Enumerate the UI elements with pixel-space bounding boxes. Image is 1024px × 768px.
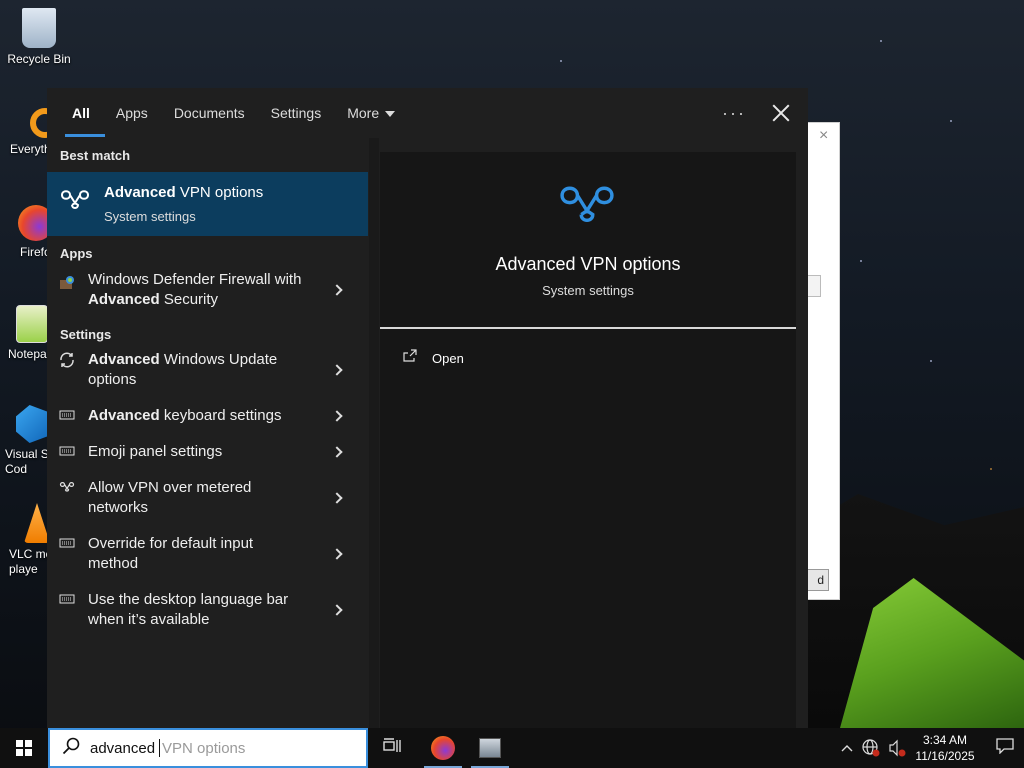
tab-apps[interactable]: Apps	[103, 88, 161, 138]
open-label: Open	[432, 350, 464, 366]
sync-icon	[59, 352, 75, 373]
close-icon[interactable]	[772, 104, 790, 122]
chevron-down-icon	[385, 111, 396, 118]
search-suggestion: VPN options	[162, 739, 246, 757]
divider	[380, 327, 796, 329]
panel-divider	[369, 138, 379, 728]
clock[interactable]: 3:34 AM 11/16/2025	[910, 732, 980, 764]
taskbar: VPN options 3:34 AM 11/16/2025	[0, 728, 1024, 768]
taskbar-firefox[interactable]	[420, 728, 466, 768]
windows-logo-icon	[16, 740, 32, 756]
settings-header: Settings	[60, 327, 112, 342]
chevron-right-icon[interactable]	[331, 446, 343, 458]
app-window-icon	[479, 738, 501, 758]
task-view-icon	[383, 737, 401, 759]
results-list: Best match Advanced VPN options System s…	[47, 138, 369, 728]
chevron-right-icon[interactable]	[331, 364, 343, 376]
best-match-header: Best match	[60, 148, 131, 163]
apps-header: Apps	[60, 246, 93, 261]
desktop-icon-label: Recycle Bin	[7, 52, 71, 66]
firewall-icon	[59, 276, 75, 295]
open-external-icon	[402, 348, 418, 368]
chevron-up-icon[interactable]	[836, 744, 858, 752]
list-item-label: Advanced Windows Update options	[88, 351, 278, 388]
notepad-icon	[16, 305, 48, 343]
detail-title: Advanced VPN options	[495, 254, 681, 274]
chevron-right-icon[interactable]	[331, 548, 343, 560]
background-window-close-icon[interactable]: ×	[819, 127, 828, 145]
search-input[interactable]	[90, 739, 160, 757]
list-item-label: Use the desktop language bar when it’s a…	[88, 591, 289, 628]
network-globe-icon[interactable]	[858, 739, 884, 757]
text-cursor	[159, 739, 160, 757]
taskbar-app[interactable]	[467, 728, 513, 768]
firefox-icon	[431, 736, 455, 760]
search-filter-tabs: All Apps Documents Settings More ···	[47, 88, 808, 138]
chevron-right-icon[interactable]	[331, 284, 343, 296]
taskbar-search-box[interactable]: VPN options	[48, 728, 368, 768]
keyboard-icon	[59, 408, 75, 426]
recycle-bin-icon	[22, 8, 56, 48]
tab-more[interactable]: More	[334, 88, 408, 138]
background-window-field[interactable]	[807, 275, 821, 297]
system-tray: 3:34 AM 11/16/2025	[836, 728, 1024, 768]
vpn-icon	[555, 182, 619, 233]
open-action[interactable]: Open	[402, 348, 464, 368]
keyboard-icon	[59, 592, 75, 610]
detail-subtitle: System settings	[542, 283, 634, 298]
search-icon	[62, 737, 80, 760]
recycle-bin-desktop-icon[interactable]: Recycle Bin	[3, 8, 75, 66]
background-window-button[interactable]: d	[807, 569, 829, 591]
ellipsis-icon[interactable]: ···	[722, 103, 746, 124]
list-item-label: Emoji panel settings	[88, 443, 223, 460]
volume-muted-icon[interactable]	[884, 739, 910, 757]
vpn-icon	[59, 188, 91, 217]
best-match-title: Advanced VPN options	[104, 184, 264, 201]
list-item[interactable]: Emoji panel settings	[47, 442, 357, 478]
tab-all[interactable]: All	[59, 88, 105, 138]
vpn-icon	[59, 480, 75, 498]
list-item[interactable]: Advanced Windows Update options	[47, 350, 357, 406]
clock-date: 11/16/2025	[915, 749, 975, 763]
list-item-label: Advanced keyboard settings	[88, 407, 282, 424]
vscode-icon	[16, 405, 50, 443]
tab-documents[interactable]: Documents	[161, 88, 258, 138]
result-detail-pane: Advanced VPN options System settings Ope…	[380, 152, 796, 728]
clock-time: 3:34 AM	[922, 733, 968, 747]
list-item[interactable]: Advanced keyboard settings	[47, 406, 357, 442]
keyboard-icon	[59, 536, 75, 554]
list-item[interactable]: Use the desktop language bar when it’s a…	[47, 590, 357, 646]
list-item[interactable]: Override for default input method	[47, 534, 357, 590]
list-item[interactable]: Windows Defender Firewall with Advanced …	[47, 270, 357, 324]
tab-settings[interactable]: Settings	[258, 88, 335, 138]
list-item[interactable]: Allow VPN over metered networks	[47, 478, 357, 534]
list-item-label: Allow VPN over metered networks	[88, 479, 252, 516]
search-panel: All Apps Documents Settings More ··· Bes…	[47, 88, 808, 728]
background-window[interactable]: × d	[806, 122, 840, 600]
chevron-right-icon[interactable]	[331, 492, 343, 504]
chevron-right-icon[interactable]	[331, 410, 343, 422]
start-button[interactable]	[0, 728, 48, 768]
chevron-right-icon[interactable]	[331, 604, 343, 616]
list-item-label: Override for default input method	[88, 535, 254, 572]
best-match-result[interactable]: Advanced VPN options System settings	[47, 172, 368, 236]
task-view-button[interactable]	[369, 728, 415, 768]
best-match-subtitle: System settings	[104, 209, 196, 224]
list-item-label: Windows Defender Firewall with Advanced …	[88, 271, 302, 308]
notification-icon	[996, 737, 1014, 759]
action-center-button[interactable]	[986, 728, 1024, 768]
keyboard-icon	[59, 444, 75, 462]
